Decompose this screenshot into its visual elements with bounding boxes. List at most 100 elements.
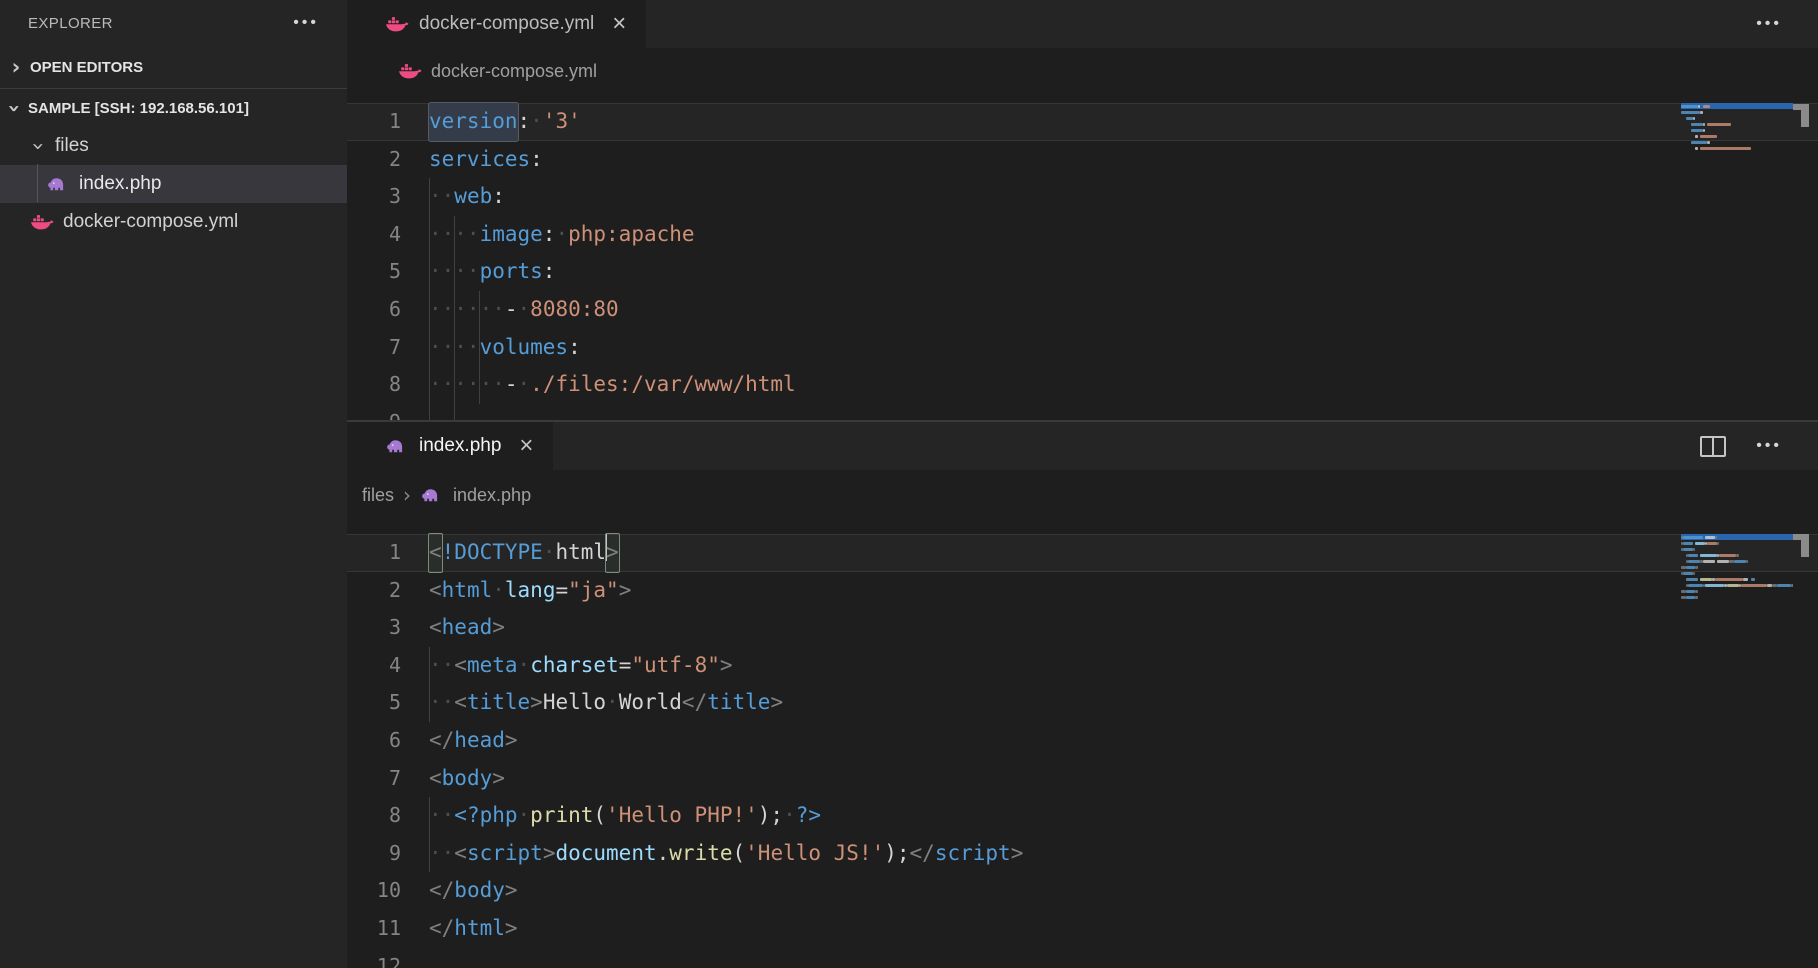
code-line: 3··web: (347, 178, 1818, 216)
token: ports (480, 253, 543, 291)
minimap-token (1695, 596, 1697, 599)
minimap-token (1700, 554, 1717, 557)
file-tree: › files index.phpdocker-compose.yml (0, 127, 347, 241)
line-number: 10 (347, 872, 429, 910)
tab-label: docker-compose.yml (419, 13, 594, 35)
token: : (518, 103, 531, 141)
tab-index-php[interactable]: index.php× (347, 422, 553, 470)
minimap-token (1703, 123, 1705, 126)
token: script (467, 835, 543, 873)
explorer-title: EXPLORER (28, 15, 113, 32)
code-line: 11</html> (347, 910, 1818, 948)
minimap-token (1695, 135, 1697, 138)
tab-docker-compose-yml[interactable]: docker-compose.yml × (347, 0, 646, 48)
minimap-token (1700, 135, 1717, 138)
minimap-token (1683, 536, 1702, 539)
workspace-section[interactable]: › SAMPLE [SSH: 192.168.56.101] (0, 88, 347, 127)
minimap-token (1717, 542, 1719, 545)
indent-guide (429, 647, 430, 722)
code-area[interactable]: 1version:·'3'2services:3··web:4····image… (347, 94, 1818, 420)
tab-close-icon[interactable]: × (519, 434, 533, 458)
code-line: 2services: (347, 141, 1818, 179)
minimap-token (1695, 542, 1705, 545)
token: ·· (429, 797, 454, 835)
code-area[interactable]: 1<!DOCTYPE·html>2<html·lang="ja">3<head>… (347, 520, 1818, 968)
token: volumes (480, 329, 569, 367)
token: . (657, 835, 670, 873)
token: > (505, 872, 518, 910)
token: version (429, 103, 518, 141)
editor-actions: ••• (1756, 0, 1818, 48)
sidebar-title-row: EXPLORER ••• (0, 0, 347, 46)
php-file-icon (46, 175, 70, 193)
scrollbar-thumb[interactable] (1801, 540, 1809, 557)
token: ( (593, 797, 606, 835)
explorer-more-icon[interactable]: ••• (293, 14, 319, 32)
token: 8080:80 (530, 291, 619, 329)
minimap-token (1700, 578, 1712, 581)
chevron-right-icon: › (8, 57, 24, 78)
tab-close-icon[interactable]: × (612, 12, 626, 36)
line-number: 3 (347, 609, 429, 647)
line-number: 4 (347, 647, 429, 685)
code-line: 7<body> (347, 760, 1818, 798)
line-number: 3 (347, 178, 429, 216)
token: > (505, 910, 518, 948)
token: < (429, 609, 442, 647)
minimap-token (1705, 584, 1724, 587)
more-actions-icon[interactable]: ••• (1756, 437, 1782, 455)
token: : (543, 216, 556, 254)
scrollbar-thumb[interactable] (1801, 110, 1809, 127)
token: body (454, 872, 505, 910)
tree-item-index-php[interactable]: index.php (0, 165, 347, 203)
editor-group-bottom: index.php×•••files›index.php1<!DOCTYPE·h… (347, 420, 1818, 968)
minimap-token (1693, 572, 1695, 575)
minimap-token (1707, 141, 1709, 144)
line-number: 2 (347, 572, 429, 610)
workspace-label: SAMPLE [SSH: 192.168.56.101] (28, 100, 249, 117)
token: '3' (543, 103, 581, 141)
minimap-token (1686, 117, 1693, 120)
token: > (1011, 835, 1024, 873)
minimap-token (1686, 566, 1696, 569)
code-line: 12 (347, 948, 1818, 968)
token: ·· (429, 684, 454, 722)
token: · (543, 534, 556, 572)
token: : (543, 253, 556, 291)
token: !DOCTYPE (442, 534, 543, 572)
minimap[interactable] (1681, 103, 1793, 151)
token: · (518, 291, 531, 329)
minimap-token (1686, 590, 1696, 593)
token: ······ (429, 291, 505, 329)
token: html (555, 534, 606, 572)
breadcrumb-item[interactable]: index.php (453, 485, 531, 506)
minimap[interactable] (1681, 534, 1793, 600)
chevron-down-icon: › (28, 138, 49, 154)
split-editor-icon[interactable] (1700, 436, 1726, 457)
token: web (454, 178, 492, 216)
tree-item-docker-compose-yml[interactable]: docker-compose.yml (0, 203, 347, 241)
minimap-token (1707, 123, 1731, 126)
chevron-down-icon: › (4, 100, 25, 116)
tree-item-label: files (55, 135, 89, 157)
minimap-token (1700, 111, 1702, 114)
token: · (606, 684, 619, 722)
token: < (454, 684, 467, 722)
more-actions-icon[interactable]: ••• (1756, 15, 1782, 33)
breadcrumb-item[interactable]: docker-compose.yml (431, 61, 597, 82)
token: · (530, 103, 543, 141)
php-file-icon (385, 437, 409, 455)
breadcrumb-item[interactable]: files (362, 485, 394, 506)
line-number: 8 (347, 366, 429, 404)
code-line: 3<head> (347, 609, 1818, 647)
code-line: 5····ports: (347, 253, 1818, 291)
token: · (492, 572, 505, 610)
tree-item-files[interactable]: › files (0, 127, 347, 165)
token: · (783, 797, 796, 835)
open-editors-section[interactable]: › OPEN EDITORS (0, 46, 347, 88)
minimap-token (1727, 584, 1739, 587)
minimap-token (1681, 105, 1698, 108)
editor-area: docker-compose.yml × ••• docker-compose.yml… (347, 0, 1818, 968)
token: script (935, 835, 1011, 873)
token: </ (682, 684, 707, 722)
